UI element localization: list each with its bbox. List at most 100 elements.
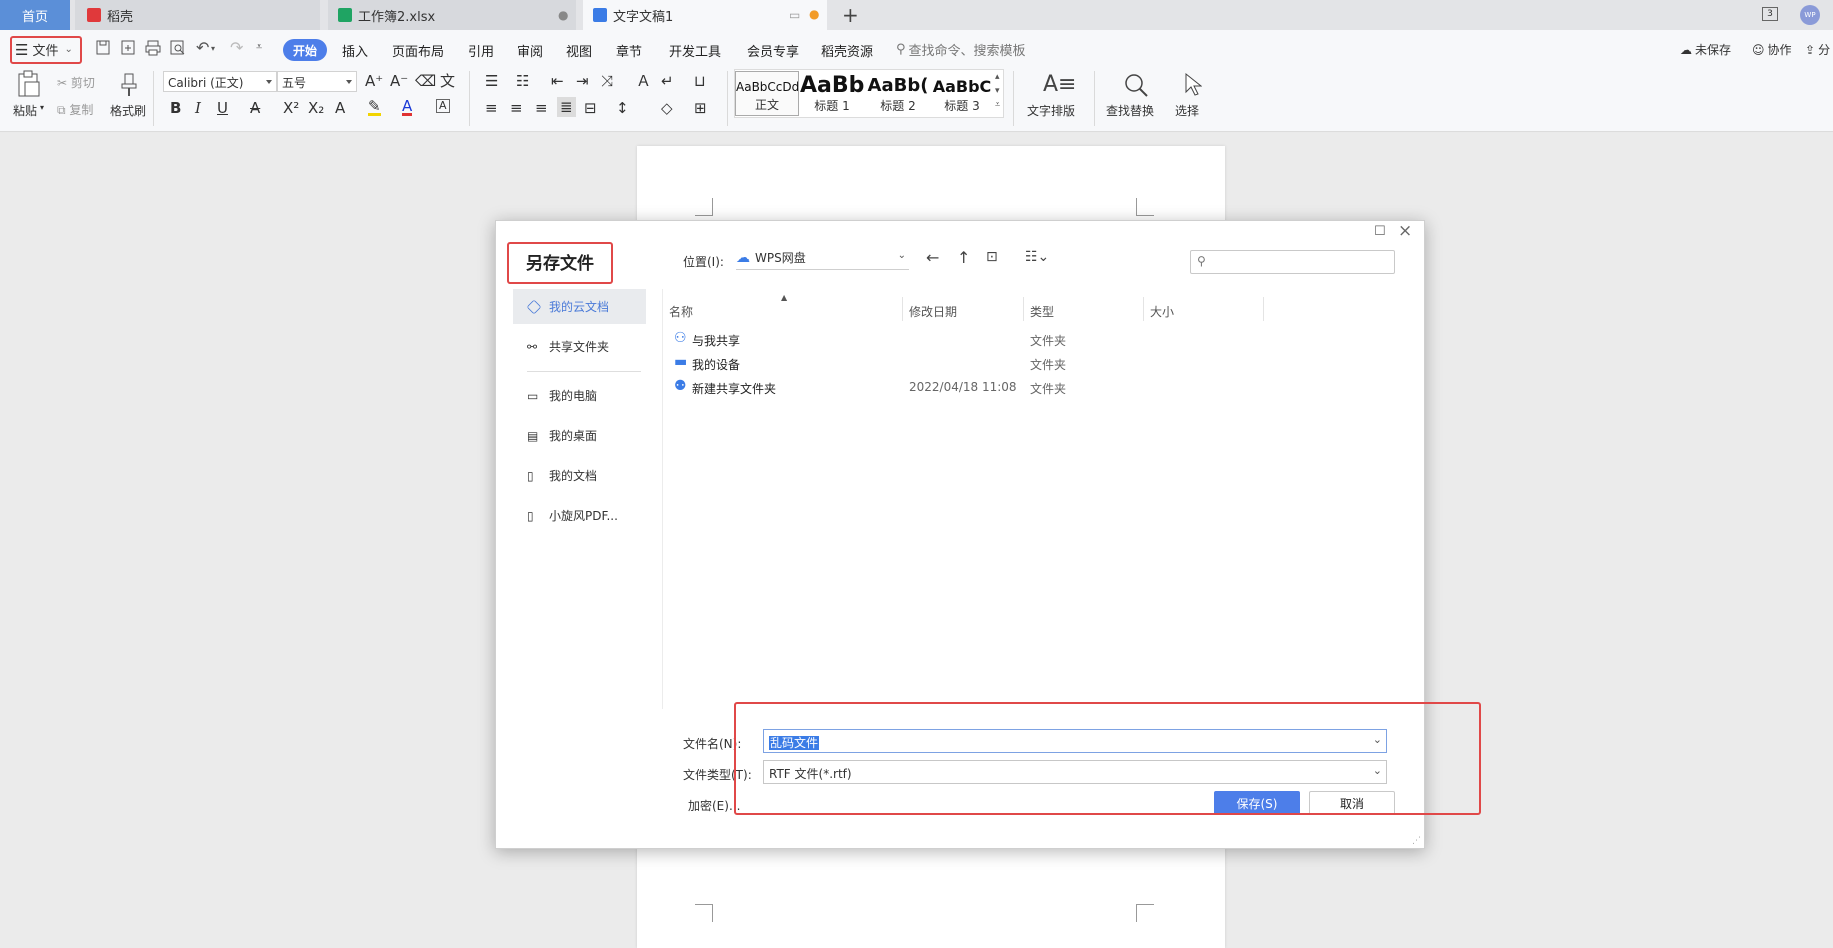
strikethrough-icon[interactable]: A	[250, 99, 260, 117]
char-border-icon[interactable]: A	[436, 99, 450, 113]
file-row[interactable]: ▬ 我的设备 文件夹	[664, 352, 1224, 374]
format-painter-button[interactable]: 格式刷	[110, 102, 146, 119]
resize-grip-icon[interactable]: ⋰	[1412, 836, 1421, 846]
text-layout-button[interactable]: 文字排版	[1027, 102, 1075, 119]
view-mode-icon[interactable]: ☷⌄	[1025, 249, 1049, 265]
collaborate-button[interactable]: ☺ 协作	[1752, 41, 1792, 58]
paste-button[interactable]: 粘贴	[13, 102, 37, 119]
tab-insert[interactable]: 插入	[342, 41, 368, 60]
sidebar-item-shared-folder[interactable]: ⚯ 共享文件夹	[513, 329, 646, 364]
tab-resources[interactable]: 稻壳资源	[821, 41, 873, 60]
increase-indent-icon[interactable]: ⇥	[576, 72, 589, 90]
print-icon[interactable]	[145, 40, 161, 56]
avatar[interactable]: WP	[1800, 5, 1820, 25]
line-spacing-icon[interactable]: ↕	[616, 99, 629, 117]
copy-button[interactable]: ⧉ 复制	[57, 101, 93, 118]
share-button[interactable]: ⇪ 分	[1805, 41, 1830, 58]
decrease-indent-icon[interactable]: ⇤	[551, 72, 564, 90]
column-size[interactable]: 大小	[1150, 303, 1174, 320]
float-window-icon[interactable]: ▭	[789, 8, 800, 22]
column-name[interactable]: 名称	[669, 303, 693, 320]
italic-icon[interactable]: I	[195, 99, 201, 117]
superscript-icon[interactable]: X²	[283, 99, 299, 117]
sidebar-item-my-computer[interactable]: ▭ 我的电脑	[513, 378, 646, 413]
window-count-icon[interactable]: 3	[1762, 7, 1778, 21]
tab-references[interactable]: 引用	[468, 41, 494, 60]
styles-scroll-icon[interactable]: ▴ ▾ ⩡	[995, 70, 1000, 112]
back-icon[interactable]: ←	[926, 248, 939, 267]
maximize-icon[interactable]: ☐	[1374, 224, 1386, 239]
numbered-list-icon[interactable]: ☷	[516, 72, 529, 90]
dialog-search-input[interactable]: ⚲	[1190, 250, 1395, 274]
new-folder-icon[interactable]: ⊡	[986, 249, 998, 265]
sidebar-item-pdf[interactable]: ▯ 小旋风PDF...	[513, 498, 646, 533]
select-cursor-icon[interactable]	[1182, 72, 1202, 98]
subscript-icon[interactable]: X₂	[308, 99, 324, 117]
find-replace-button[interactable]: 查找替换	[1106, 102, 1154, 119]
file-row[interactable]: ⚉ 新建共享文件夹 2022/04/18 11:08 文件夹	[664, 376, 1224, 398]
sidebar-item-desktop[interactable]: ▤ 我的桌面	[513, 418, 646, 453]
tab-workbook[interactable]: 工作簿2.xlsx ●	[328, 0, 576, 30]
tab-page-layout[interactable]: 页面布局	[392, 41, 444, 60]
highlight-color-icon[interactable]: ✎	[368, 99, 381, 116]
text-effect-icon[interactable]: A	[335, 99, 345, 117]
clear-format-icon[interactable]: ⌫	[415, 72, 436, 90]
show-marks-icon[interactable]: ↵	[661, 72, 674, 90]
customize-toolbar-icon[interactable]: ⩡	[256, 40, 262, 54]
encrypt-button[interactable]: 加密(E)...	[688, 797, 740, 814]
font-size-select[interactable]: 五号	[277, 71, 357, 92]
close-icon[interactable]: ×	[1398, 221, 1412, 241]
select-button[interactable]: 选择	[1175, 102, 1199, 119]
tab-daoke[interactable]: 稻壳	[75, 0, 320, 30]
paste-dropdown-icon[interactable]: ▾	[40, 103, 44, 112]
justify-icon[interactable]: ≣	[557, 97, 576, 117]
tab-chapter[interactable]: 章节	[616, 41, 642, 60]
style-heading-2[interactable]: AaBb( 标题 2	[866, 71, 930, 116]
text-layout-icon[interactable]: A≡	[1043, 72, 1076, 97]
undo-dropdown-icon[interactable]: ▾	[211, 44, 215, 53]
command-search[interactable]: ⚲ 查找命令、搜索模板	[896, 40, 1026, 59]
unsaved-status[interactable]: ☁ 未保存	[1680, 41, 1731, 58]
style-heading-1[interactable]: AaBb 标题 1	[800, 71, 864, 116]
tab-stops-icon[interactable]: ⊔	[694, 72, 706, 90]
up-folder-icon[interactable]: ↑	[957, 248, 970, 267]
new-tab-button[interactable]: +	[842, 3, 859, 27]
tab-member[interactable]: 会员专享	[747, 41, 799, 60]
font-name-select[interactable]: Calibri (正文)	[163, 71, 277, 92]
file-row[interactable]: ⚇ 与我共享 文件夹	[664, 328, 1224, 350]
chinese-layout-icon[interactable]: ⤨	[601, 72, 613, 90]
bullet-list-icon[interactable]: ☰	[485, 72, 498, 90]
align-right-icon[interactable]: ≡	[535, 99, 548, 117]
tab-start[interactable]: 开始	[283, 39, 327, 61]
save-icon[interactable]	[96, 40, 110, 56]
find-replace-icon[interactable]	[1123, 72, 1149, 98]
style-heading-3[interactable]: AaBbC 标题 3	[930, 71, 994, 116]
sidebar-item-cloud-docs[interactable]: 我的云文档	[513, 289, 646, 324]
align-center-icon[interactable]: ≡	[510, 99, 523, 117]
tab-close-icon[interactable]: ●	[558, 8, 568, 22]
style-normal[interactable]: AaBbCcDd 正文	[735, 71, 799, 116]
shading-icon[interactable]: ◇	[661, 99, 673, 117]
tab-review[interactable]: 审阅	[517, 41, 543, 60]
font-color-icon[interactable]: A	[402, 99, 413, 116]
cut-button[interactable]: ✂ 剪切	[57, 74, 95, 91]
tab-home[interactable]: 首页	[0, 0, 70, 30]
redo-icon[interactable]: ↷	[230, 38, 243, 57]
undo-icon[interactable]: ↶	[196, 38, 209, 57]
tab-view[interactable]: 视图	[566, 41, 592, 60]
grow-font-icon[interactable]: A⁺	[365, 72, 383, 90]
underline-icon[interactable]: U	[217, 99, 228, 117]
borders-icon[interactable]: ⊞	[694, 99, 707, 117]
format-painter-icon[interactable]	[118, 72, 140, 98]
paste-icon[interactable]	[16, 70, 42, 98]
pinyin-guide-icon[interactable]: 文	[440, 72, 455, 90]
distributed-align-icon[interactable]: ⊟	[584, 99, 597, 117]
tab-document[interactable]: 文字文稿1 ▭ ●	[583, 0, 827, 30]
align-left-icon[interactable]: ≡	[485, 99, 498, 117]
sidebar-item-documents[interactable]: ▯ 我的文档	[513, 458, 646, 493]
shrink-font-icon[interactable]: A⁻	[390, 72, 408, 90]
location-select[interactable]: ☁ WPS网盘 ⌄	[736, 246, 909, 270]
tab-developer[interactable]: 开发工具	[669, 41, 721, 60]
text-direction-icon[interactable]: Ａ	[636, 72, 651, 90]
export-pdf-icon[interactable]	[121, 40, 135, 56]
